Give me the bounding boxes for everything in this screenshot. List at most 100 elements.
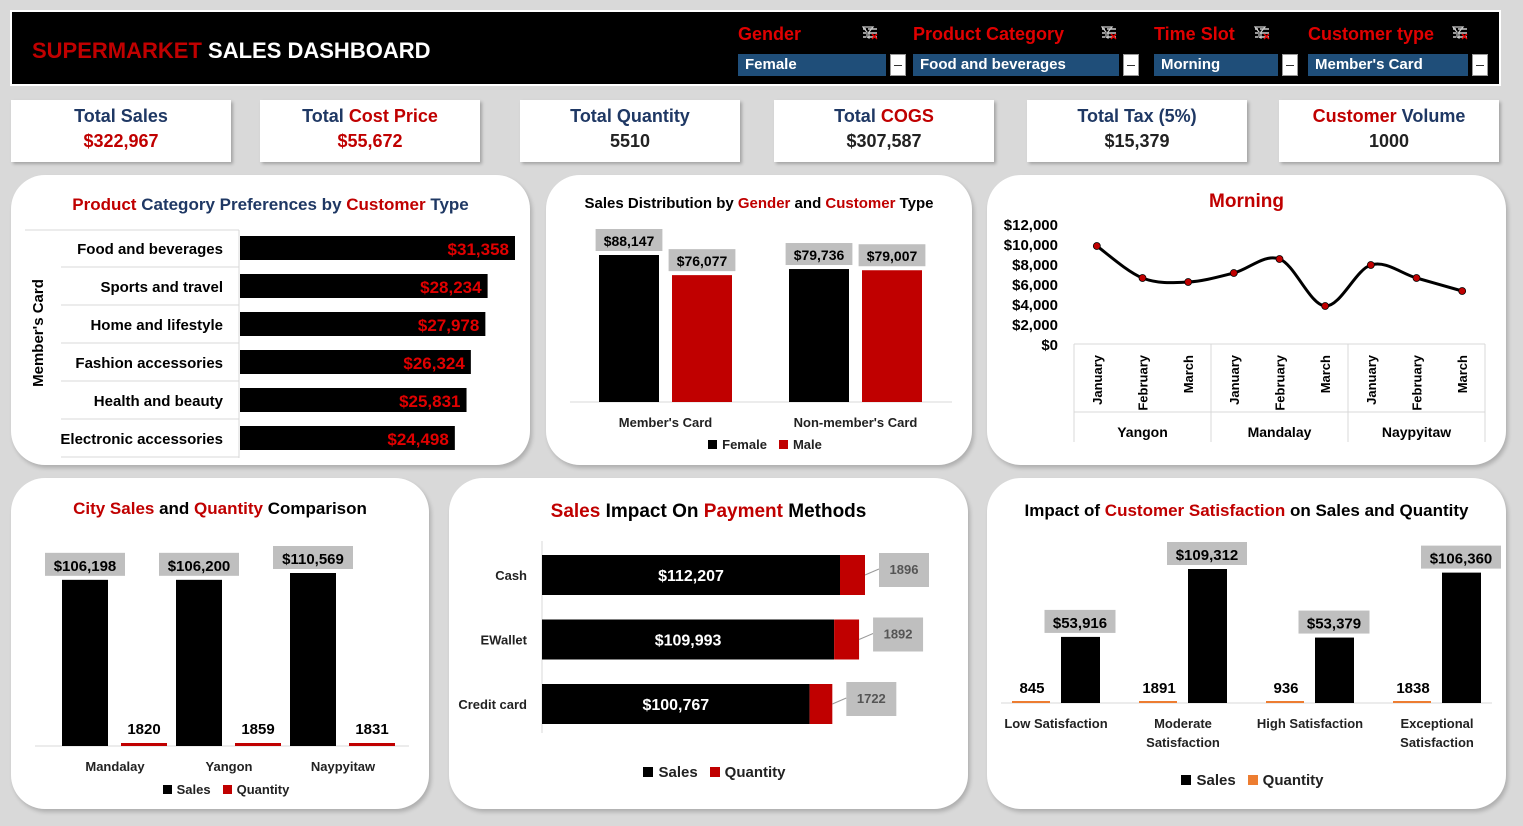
data-label: 1896 — [890, 562, 919, 577]
category-label: Exceptional — [1401, 716, 1474, 731]
gender-scrollbar[interactable] — [890, 54, 906, 76]
x-tick-label: January — [1364, 354, 1379, 405]
chart-legend: Sales Quantity — [987, 772, 1506, 789]
data-point — [1138, 274, 1147, 282]
bar — [1188, 569, 1227, 703]
category-label: Fashion accessories — [75, 355, 223, 372]
data-label: 1838 — [1396, 680, 1429, 697]
time-slot-slicer[interactable]: Time Slot Morning — [1154, 20, 1300, 80]
group-label: Mandalay — [1248, 424, 1312, 440]
category-label: Satisfaction — [1400, 735, 1474, 750]
data-label: $79,007 — [867, 248, 918, 264]
data-label: $25,831 — [399, 392, 460, 411]
bar — [599, 255, 659, 402]
kpi-total-cogs: Total COGS $307,587 — [774, 100, 994, 162]
bar — [290, 573, 336, 746]
customer-type-slicer[interactable]: Customer type Member's Card — [1308, 20, 1490, 80]
gender-slicer[interactable]: Gender Female — [738, 20, 908, 80]
bar — [62, 579, 108, 746]
leader-line — [832, 697, 847, 705]
data-label: 1859 — [241, 721, 274, 738]
time-slot-selected-value[interactable]: Morning — [1154, 54, 1278, 76]
category-label: Home and lifestyle — [90, 317, 223, 334]
product-category-scrollbar[interactable] — [1123, 54, 1139, 76]
city-comparison-chart: $106,198 1820 Mandalay $106,200 1859 Yangon $1… — [35, 546, 409, 774]
city-comparison-panel: City Sales and Quantity Comparison $106,… — [11, 478, 429, 809]
bar — [809, 684, 833, 724]
payment-methods-chart: Cash $112,207 1896 EWallet $109,993 1892 Credi… — [458, 541, 929, 733]
product-category-selected-value[interactable]: Food and beverages — [913, 54, 1119, 76]
gender-customer-chart: $88,147 $76,077 Member's Card $79,736 $79,00… — [570, 229, 952, 430]
data-point — [1229, 269, 1238, 277]
customer-type-scrollbar[interactable] — [1472, 54, 1488, 76]
bar — [1315, 637, 1354, 703]
x-tick-label: January — [1227, 354, 1242, 405]
bar — [1012, 701, 1050, 703]
bar — [1139, 701, 1177, 703]
clear-filter-icon[interactable] — [1254, 26, 1294, 40]
kpi-total-cost-price: Total Cost Price $55,672 — [260, 100, 480, 162]
data-label: $76,077 — [677, 253, 728, 269]
gender-selected-value[interactable]: Female — [738, 54, 886, 76]
data-label: $31,358 — [448, 240, 509, 259]
kpi-value: $322,967 — [83, 131, 159, 151]
data-label: $79,736 — [794, 247, 845, 263]
category-label: Health and beauty — [94, 393, 224, 410]
data-label: $100,767 — [642, 697, 709, 714]
kpi-value: $15,379 — [1104, 131, 1170, 151]
clear-filter-icon[interactable] — [1452, 26, 1492, 40]
data-label: 1831 — [355, 721, 388, 738]
kpi-label: Total Sales — [74, 106, 168, 126]
dashboard-header: SUPERMARKET SALES DASHBOARD Gender Femal… — [10, 10, 1501, 86]
bar — [1393, 701, 1431, 703]
data-label: 1891 — [1142, 680, 1175, 697]
satisfaction-chart: 845 $53,916 Low Satisfaction 1891 $109,312 Mo… — [1001, 542, 1501, 750]
data-label: $112,207 — [658, 568, 724, 585]
data-label: 1722 — [857, 691, 886, 706]
category-label: Satisfaction — [1146, 735, 1220, 750]
kpi-label: Total Quantity — [570, 106, 690, 126]
clear-filter-icon[interactable] — [1101, 26, 1141, 40]
kpi-value: $307,587 — [846, 131, 922, 151]
chart-legend: Sales Quantity — [11, 782, 429, 797]
kpi-total-quantity: Total Quantity 5510 — [520, 100, 740, 162]
product-category-slicer[interactable]: Product Category Food and beverages — [913, 20, 1147, 80]
category-label: Sports and travel — [100, 279, 223, 296]
y-tick-label: $8,000 — [1012, 257, 1058, 274]
data-label: $88,147 — [604, 233, 655, 249]
data-label: 1892 — [884, 627, 913, 642]
group-label: Yangon — [1117, 424, 1168, 440]
bar — [672, 275, 732, 402]
category-label: EWallet — [481, 633, 528, 648]
data-point — [1366, 261, 1375, 269]
x-tick-label: January — [1090, 354, 1105, 405]
category-label: Food and beverages — [77, 241, 223, 258]
data-point — [1321, 302, 1330, 310]
data-label: 845 — [1019, 680, 1044, 697]
x-tick-label: February — [1410, 354, 1425, 410]
bar — [834, 619, 860, 660]
clear-filter-icon[interactable] — [862, 26, 902, 40]
time-slot-trend-panel: Morning $0 $2,000 $4,000 $6,000 $8,000 $10,00… — [987, 175, 1506, 465]
payment-methods-panel: Sales Impact On Payment Methods Cash $112… — [449, 478, 968, 809]
data-label: $27,978 — [418, 316, 479, 335]
bar — [121, 743, 167, 746]
data-label: $28,234 — [420, 278, 482, 297]
time-slot-scrollbar[interactable] — [1282, 54, 1298, 76]
satisfaction-panel: Impact of Customer Satisfaction on Sales… — [987, 478, 1506, 809]
bar — [840, 555, 865, 595]
bar — [1061, 636, 1100, 703]
x-tick-label: March — [1318, 355, 1333, 393]
y-tick-label: $6,000 — [1012, 277, 1058, 294]
category-label: Cash — [495, 568, 527, 583]
category-label: Member's Card — [619, 415, 712, 430]
data-label: $53,379 — [1307, 616, 1361, 633]
category-label: Yangon — [206, 759, 253, 774]
data-label: $110,569 — [282, 551, 344, 568]
chart-legend: Sales Quantity — [449, 764, 968, 781]
data-label: $106,360 — [1430, 551, 1493, 568]
data-point — [1458, 287, 1467, 295]
data-label: $109,312 — [1176, 547, 1239, 564]
customer-type-selected-value[interactable]: Member's Card — [1308, 54, 1468, 76]
kpi-value: 1000 — [1368, 131, 1410, 151]
